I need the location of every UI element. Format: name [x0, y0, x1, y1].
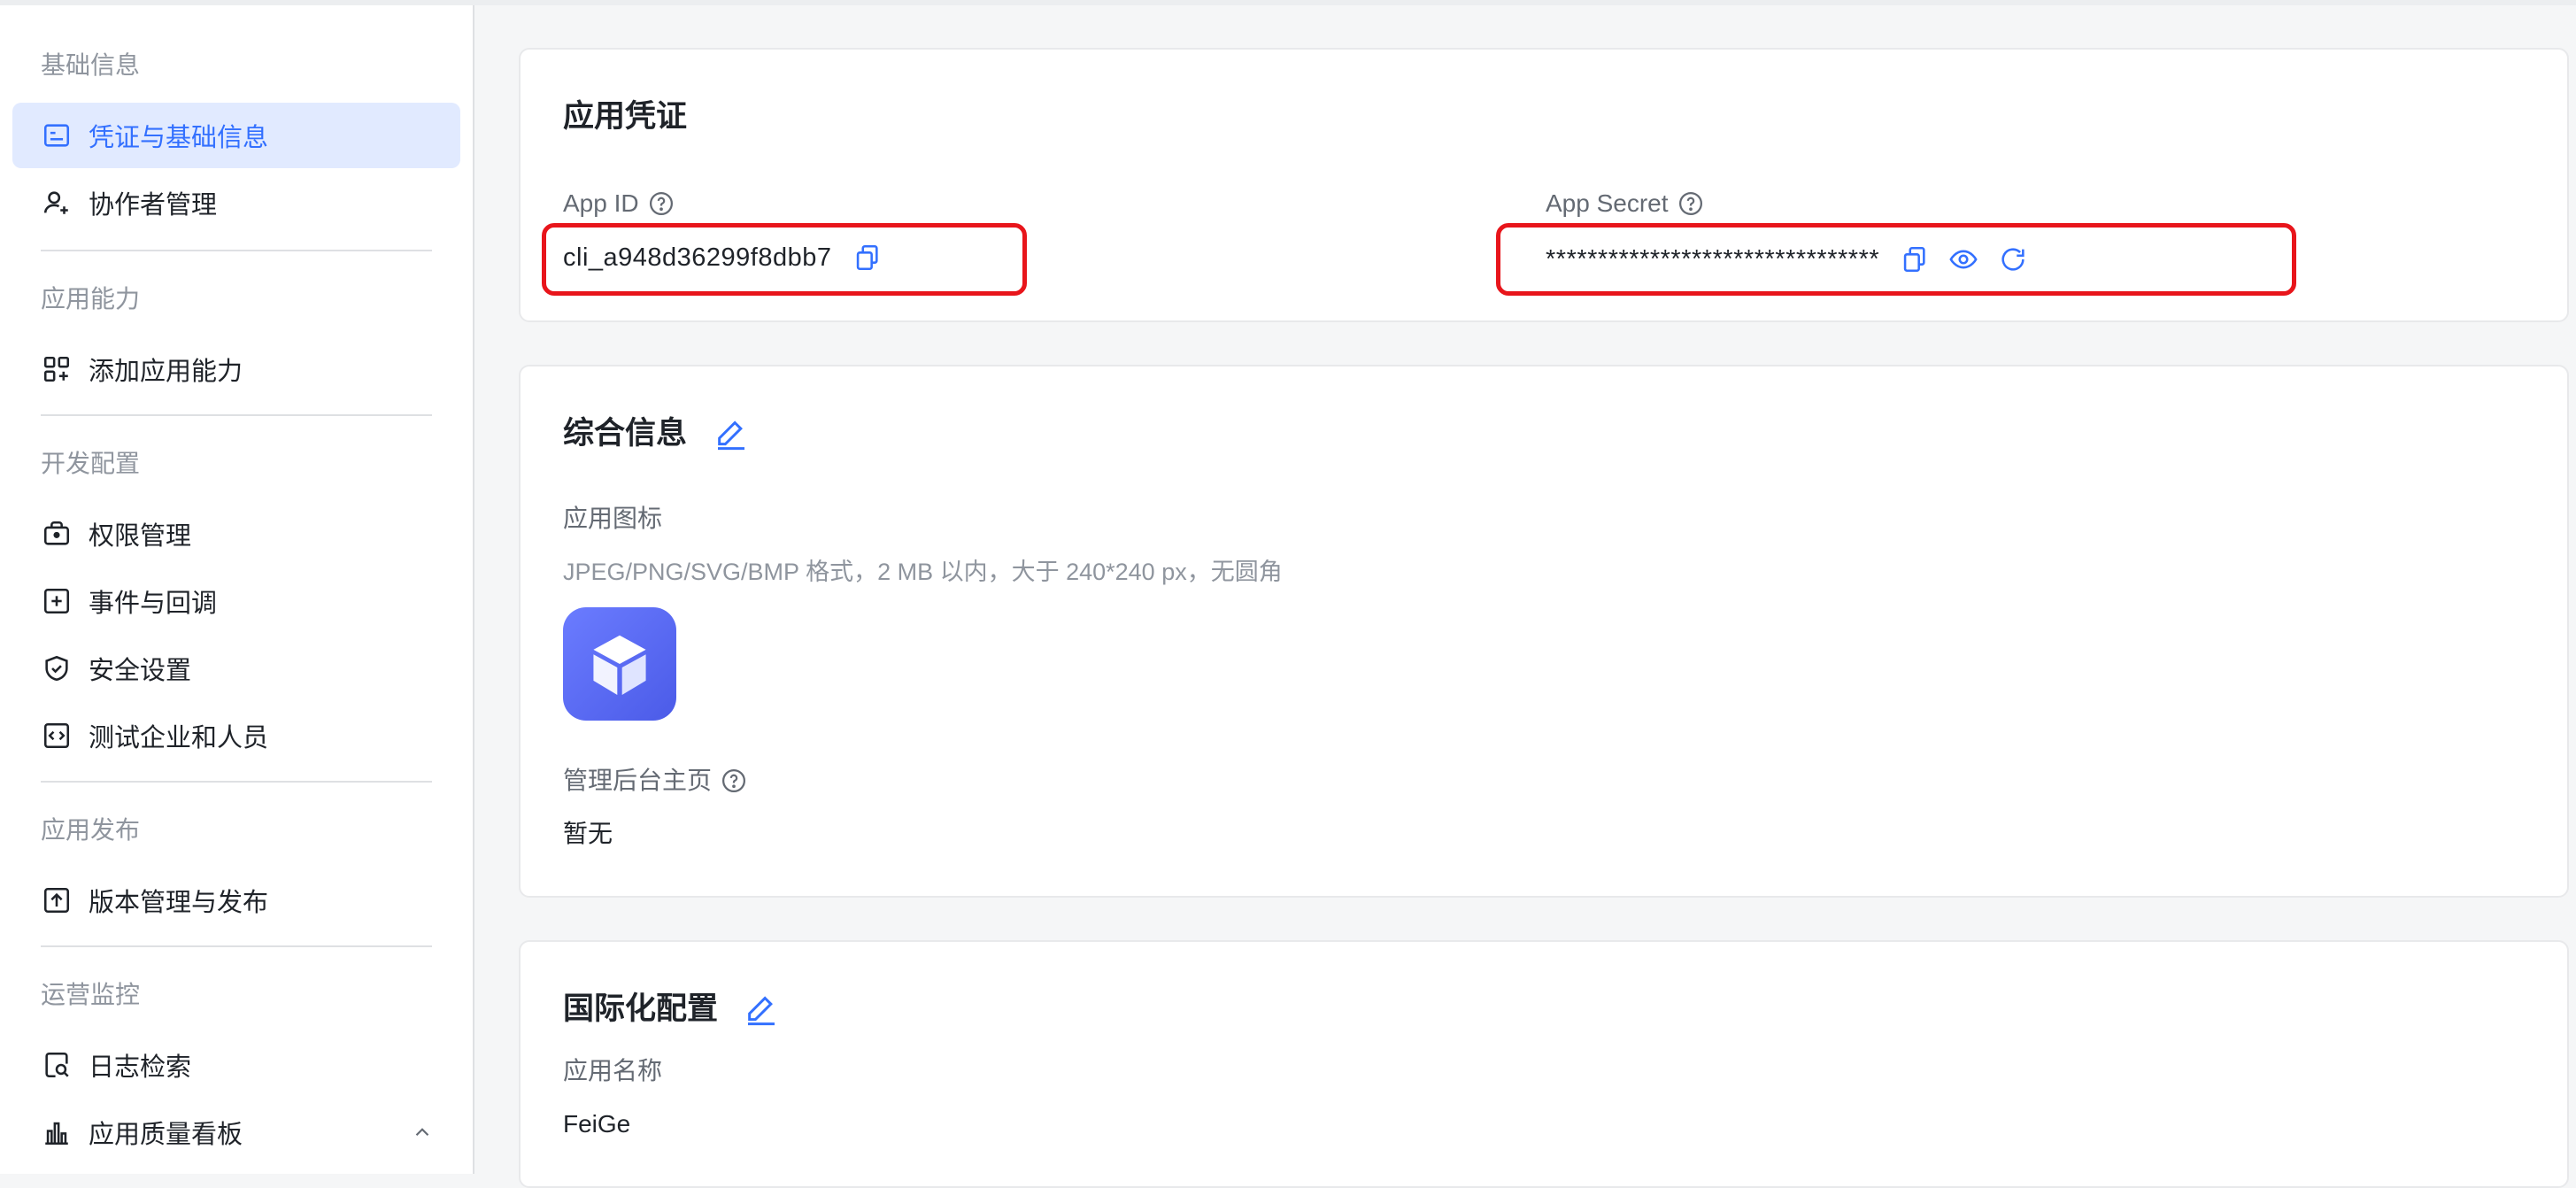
copy-icon[interactable] [1899, 244, 1929, 274]
log-search-icon [41, 1049, 73, 1081]
sidebar-divider [41, 414, 432, 416]
sidebar-item-label: 测试企业和人员 [89, 724, 269, 752]
app-id-label: App ID [563, 188, 675, 220]
admin-home-label-text: 管理后台主页 [563, 767, 713, 794]
general-info-title: 综合信息 [563, 416, 688, 451]
briefcase-lock-icon [41, 518, 73, 550]
sidebar-item-add-capability[interactable]: 添加应用能力 [12, 336, 460, 402]
plus-square-icon [41, 585, 73, 617]
help-icon[interactable] [648, 190, 675, 217]
sidebar-item-quality-dashboard[interactable]: 应用质量看板 [12, 1099, 460, 1165]
sidebar-item-security[interactable]: 安全设置 [12, 636, 460, 701]
shield-check-icon [41, 652, 73, 684]
app-secret-label-text: App Secret [1546, 189, 1669, 217]
sidebar-item-label: 权限管理 [89, 522, 192, 551]
section-title-dev-config: 开发配置 [41, 450, 141, 477]
admin-home-value: 暂无 [563, 820, 613, 847]
app-secret-value: ******************************** [1546, 244, 1880, 274]
edit-icon[interactable] [713, 416, 749, 451]
sidebar: 基础信息 凭证与基础信息 协作者管理 应用能力 添加应用能力 开发配置 权限管理… [0, 5, 474, 1174]
sidebar-item-label: 版本管理与发布 [89, 889, 269, 917]
app-icon-label: 应用图标 [563, 505, 663, 532]
grid-add-icon [41, 353, 73, 385]
app-secret-row: ******************************** [1546, 244, 2028, 274]
section-title-release: 应用发布 [41, 816, 141, 844]
sidebar-item-label: 安全设置 [89, 657, 192, 685]
section-title-capabilities: 应用能力 [41, 285, 141, 312]
general-info-card: 综合信息 应用图标 JPEG/PNG/SVG/BMP 格式，2 MB 以内，大于… [519, 365, 2569, 898]
sidebar-item-log-search[interactable]: 日志检索 [12, 1032, 460, 1098]
sidebar-item-events[interactable]: 事件与回调 [12, 568, 460, 634]
section-title-monitoring: 运营监控 [41, 981, 141, 1008]
app-name-label: 应用名称 [563, 1057, 663, 1084]
sidebar-item-test-tenants[interactable]: 测试企业和人员 [12, 703, 460, 768]
section-title-basic: 基础信息 [41, 51, 141, 79]
app-id-value: cli_a948d36299f8dbb7 [563, 243, 832, 272]
sidebar-item-label: 事件与回调 [89, 590, 218, 618]
app-name-value: FeiGe [563, 1110, 631, 1138]
help-icon[interactable] [1677, 190, 1704, 217]
upload-square-icon [41, 884, 73, 916]
i18n-title: 国际化配置 [563, 991, 719, 1026]
credential-card-icon [41, 120, 73, 151]
credentials-title: 应用凭证 [563, 99, 688, 134]
app-id-label-text: App ID [563, 189, 639, 217]
sidebar-item-collaborators[interactable]: 协作者管理 [12, 170, 460, 235]
sidebar-item-permissions[interactable]: 权限管理 [12, 501, 460, 567]
copy-icon[interactable] [852, 243, 882, 273]
code-square-icon [41, 720, 73, 752]
cube-icon [593, 635, 646, 695]
sidebar-item-label: 添加应用能力 [89, 358, 243, 386]
app-id-row: cli_a948d36299f8dbb7 [563, 243, 882, 273]
edit-icon[interactable] [744, 991, 779, 1027]
sidebar-item-credentials[interactable]: 凭证与基础信息 [12, 103, 460, 168]
help-icon[interactable] [721, 768, 747, 794]
credentials-card: 应用凭证 App ID cli_a948d36299f8dbb7 App Sec… [519, 48, 2569, 322]
eye-icon[interactable] [1948, 244, 1978, 274]
sidebar-item-label: 凭证与基础信息 [89, 124, 269, 152]
i18n-card: 国际化配置 应用名称 FeiGe [519, 940, 2569, 1188]
sidebar-divider [41, 945, 432, 947]
sidebar-item-label: 协作者管理 [89, 191, 218, 220]
sidebar-divider [41, 250, 432, 251]
app-secret-label: App Secret [1546, 188, 1704, 220]
sidebar-item-label: 日志检索 [89, 1053, 192, 1082]
sidebar-divider [41, 781, 432, 783]
refresh-icon[interactable] [1998, 244, 2028, 274]
user-add-icon [41, 187, 73, 219]
app-icon[interactable] [563, 607, 676, 721]
sidebar-item-label: 应用质量看板 [89, 1121, 243, 1149]
admin-home-label: 管理后台主页 [563, 765, 747, 797]
chevron-up-icon[interactable] [411, 1121, 434, 1144]
bar-chart-icon [41, 1116, 73, 1148]
app-icon-hint: JPEG/PNG/SVG/BMP 格式，2 MB 以内，大于 240*240 p… [563, 559, 1283, 585]
sidebar-item-versions[interactable]: 版本管理与发布 [12, 868, 460, 933]
